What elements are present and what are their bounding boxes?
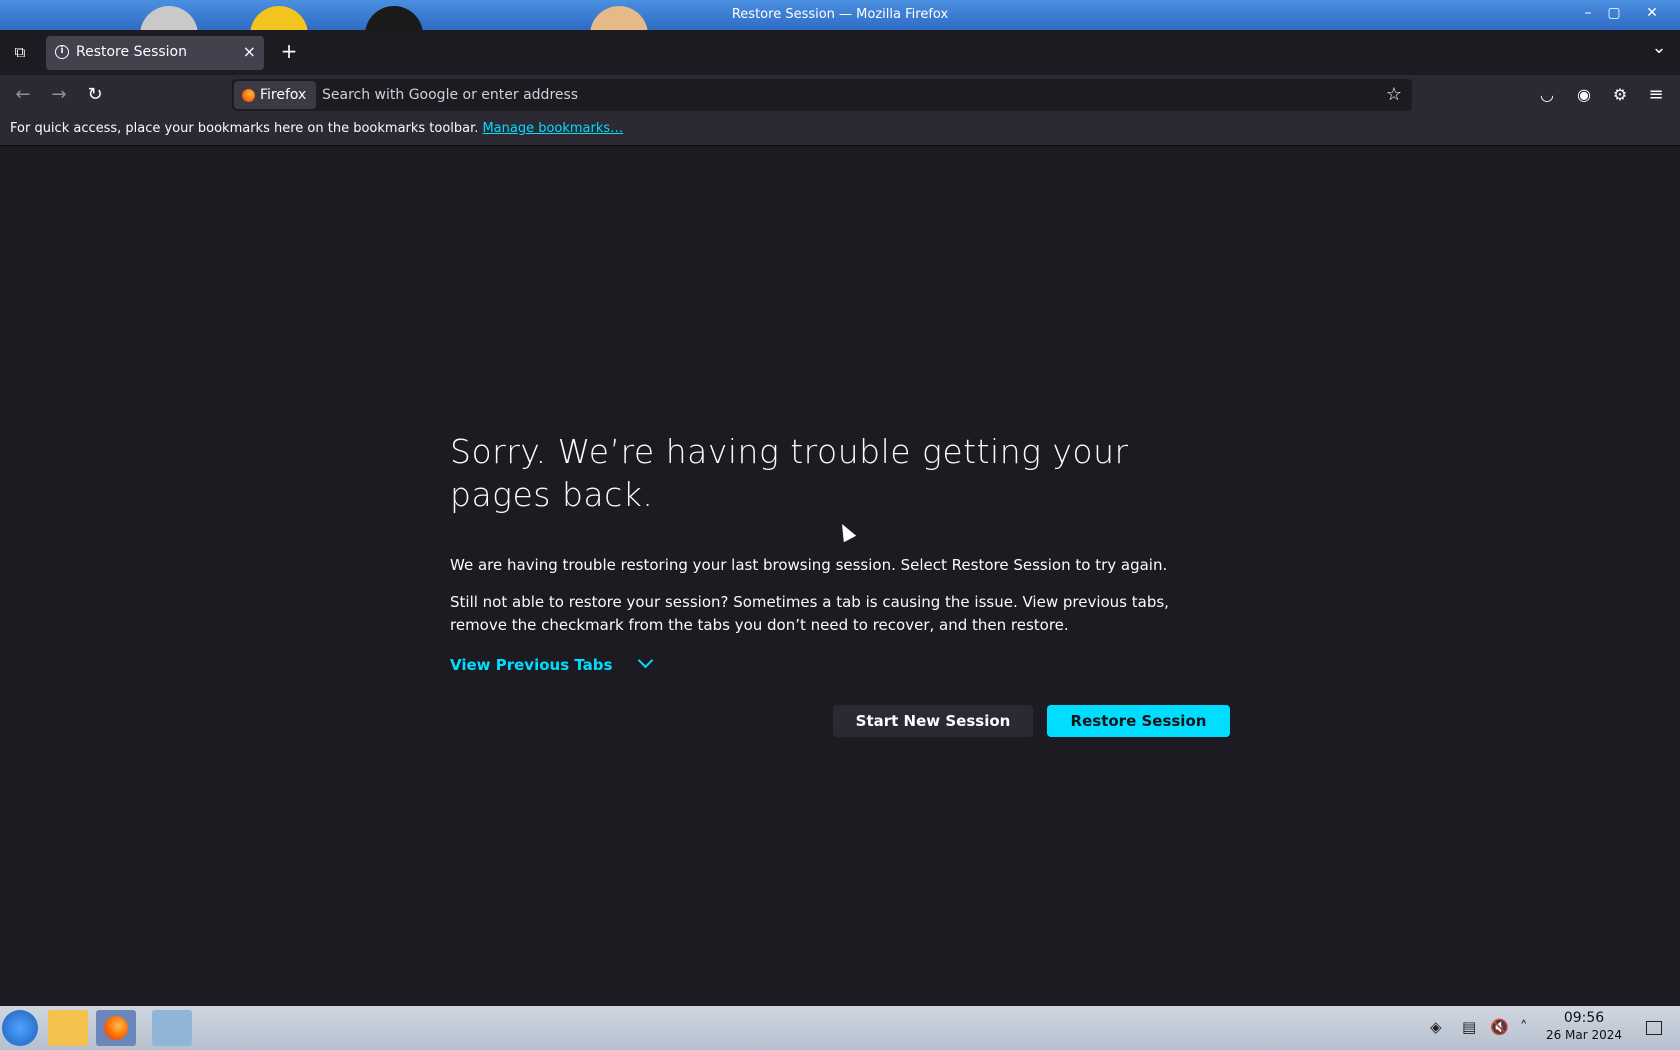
tab-strip: ⧉ i Restore Session × + ⌄ [0, 30, 1680, 75]
new-tab-button[interactable]: + [276, 39, 302, 63]
firefox-icon [242, 89, 255, 102]
firefox-taskbar-icon[interactable] [96, 1010, 136, 1046]
window-titlebar: Restore Session — Mozilla Firefox – ▢ ✕ [0, 0, 1680, 30]
minimize-button[interactable]: – [1576, 3, 1600, 23]
start-new-session-button[interactable]: Start New Session [833, 705, 1033, 737]
description-paragraph: We are having trouble restoring your las… [450, 556, 1168, 574]
extensions-icon[interactable]: ⚙ [1607, 83, 1633, 107]
account-icon[interactable]: ◉ [1571, 83, 1597, 107]
url-bar[interactable]: Firefox ☆ [232, 79, 1412, 111]
list-all-tabs-icon[interactable]: ⧉ [7, 40, 33, 64]
navigation-toolbar: ← → ↻ Firefox ☆ ◡ ◉ ⚙ ≡ [0, 75, 1680, 115]
manage-bookmarks-link[interactable]: Manage bookmarks… [482, 121, 623, 136]
volume-muted-icon[interactable]: 🔇 [1490, 1018, 1509, 1036]
bookmarks-hint: For quick access, place your bookmarks h… [10, 121, 623, 136]
maximize-button[interactable]: ▢ [1602, 3, 1626, 23]
info-icon: i [55, 45, 69, 59]
taskbar: ◈ ▤ 🔇 ˄ 09:56 26 Mar 2024 [0, 1006, 1680, 1050]
bookmarks-hint-text: For quick access, place your bookmarks h… [10, 121, 479, 136]
network-icon[interactable]: ◈ [1430, 1018, 1442, 1036]
clipboard-icon[interactable]: ▤ [1462, 1018, 1476, 1036]
tab-overflow-chevron-icon[interactable]: ⌄ [1646, 36, 1672, 60]
tray-expand-icon[interactable]: ˄ [1520, 1018, 1528, 1036]
clock-time[interactable]: 09:56 [1548, 1010, 1620, 1026]
app-menu-icon[interactable]: ≡ [1643, 83, 1669, 107]
view-previous-tabs-toggle[interactable]: View Previous Tabs [450, 652, 654, 674]
window-title: Restore Session — Mozilla Firefox [731, 7, 949, 22]
tab-restore-session[interactable]: i Restore Session × [46, 36, 264, 70]
file-manager-icon[interactable] [48, 1010, 88, 1046]
control-panel-icon[interactable] [152, 1010, 192, 1046]
forward-button[interactable]: → [46, 83, 72, 107]
page-title: Sorry. We’re having trouble getting your… [450, 432, 1129, 514]
pocket-icon[interactable]: ◡ [1534, 83, 1560, 107]
help-paragraph: Still not able to restore your session? … [450, 593, 1169, 634]
firefox-logo-icon [104, 1016, 128, 1040]
close-window-button[interactable]: ✕ [1640, 3, 1664, 23]
back-button[interactable]: ← [10, 83, 36, 107]
show-desktop-icon[interactable] [1646, 1021, 1662, 1035]
start-menu-icon[interactable] [2, 1010, 38, 1046]
clock-date[interactable]: 26 Mar 2024 [1540, 1028, 1628, 1042]
tab-label: Restore Session [76, 44, 187, 60]
page-content: Sorry. We’re having trouble getting your… [0, 146, 1680, 1006]
view-previous-tabs-label: View Previous Tabs [450, 656, 613, 674]
identity-box[interactable]: Firefox [234, 81, 316, 109]
address-input[interactable] [322, 83, 1362, 107]
bookmarks-toolbar: For quick access, place your bookmarks h… [0, 115, 1680, 146]
chevron-down-icon [638, 652, 654, 669]
close-tab-icon[interactable]: × [243, 42, 256, 61]
bookmark-star-icon[interactable]: ☆ [1386, 84, 1402, 105]
identity-label: Firefox [260, 87, 307, 103]
restore-session-button[interactable]: Restore Session [1047, 705, 1230, 737]
reload-button[interactable]: ↻ [82, 83, 108, 107]
